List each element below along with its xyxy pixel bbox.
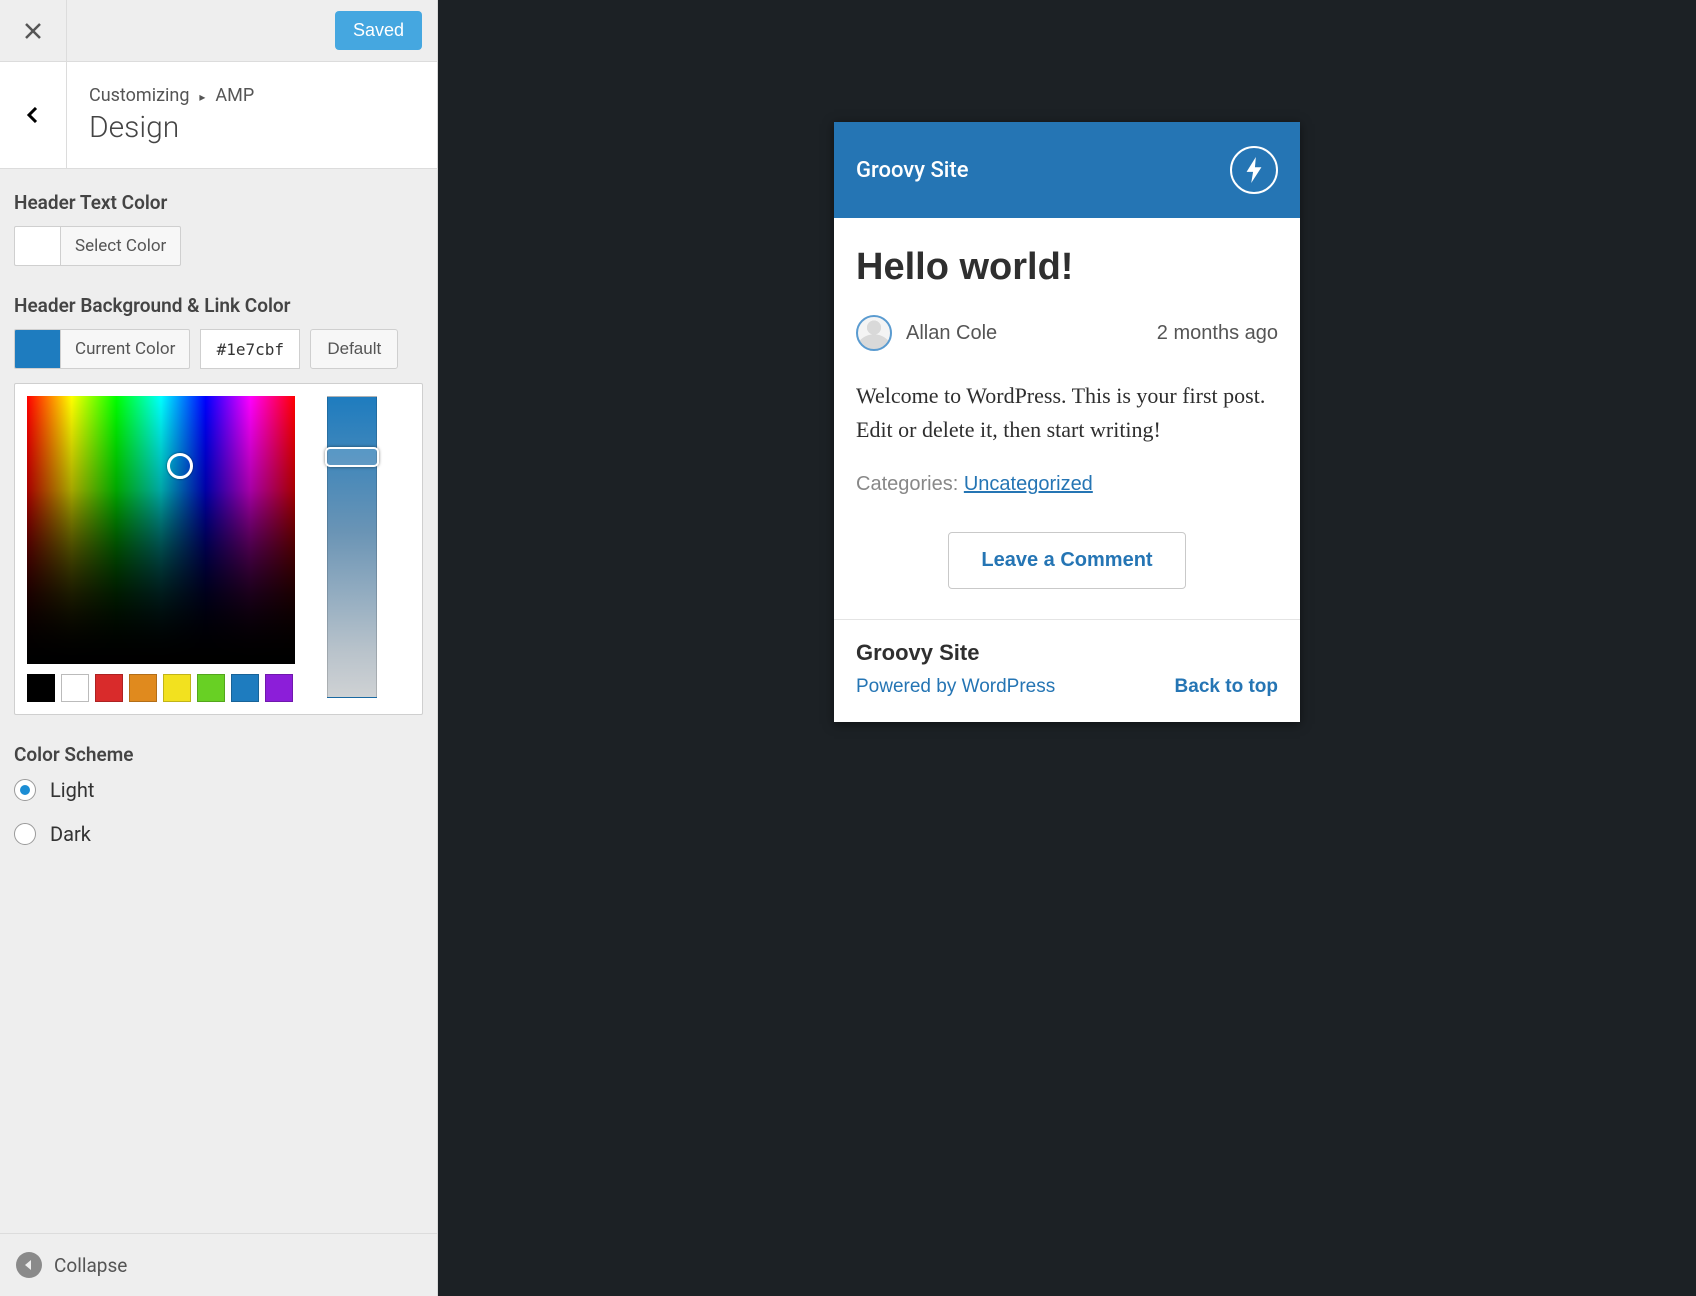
preview-footer: Groovy Site Powered by WordPress Back to… <box>834 619 1300 722</box>
preset-swatch[interactable] <box>231 674 259 702</box>
preset-swatch-row <box>27 674 295 702</box>
category-link[interactable]: Uncategorized <box>964 473 1093 495</box>
preset-swatch[interactable] <box>265 674 293 702</box>
section-title: Design <box>89 110 254 145</box>
collapse-button[interactable]: Collapse <box>0 1233 437 1296</box>
back-to-top-link[interactable]: Back to top <box>1175 676 1278 698</box>
footer-site-title: Groovy Site <box>856 640 1278 666</box>
preset-swatch[interactable] <box>27 674 55 702</box>
customizer-sidebar: Saved Customizing ▸ AMP Design Header Te… <box>0 0 438 1296</box>
section-header: Customizing ▸ AMP Design <box>0 62 437 169</box>
preset-swatch[interactable] <box>61 674 89 702</box>
scheme-option[interactable]: Light <box>14 778 423 802</box>
site-title: Groovy Site <box>856 158 968 183</box>
panel-body: Header Text Color Select Color Header Ba… <box>0 169 437 1233</box>
collapse-icon <box>16 1252 42 1278</box>
color-scheme-control: Color Scheme Light Dark <box>14 743 423 846</box>
collapse-label: Collapse <box>54 1254 127 1277</box>
leave-comment-button[interactable]: Leave a Comment <box>948 532 1185 589</box>
post-body: Welcome to WordPress. This is your first… <box>856 379 1278 447</box>
header-text-color-control: Header Text Color Select Color <box>14 191 423 266</box>
back-button[interactable] <box>0 62 67 168</box>
color-swatch[interactable] <box>14 329 60 369</box>
preset-swatch[interactable] <box>163 674 191 702</box>
scheme-option-label: Dark <box>50 822 91 846</box>
post-time: 2 months ago <box>1157 322 1278 345</box>
header-bg-color-control: Header Background & Link Color Current C… <box>14 294 423 715</box>
preview-device: Groovy Site Hello world! Allan Cole 2 mo… <box>834 122 1300 722</box>
hue-handle[interactable] <box>325 447 379 467</box>
radio-icon <box>14 823 36 845</box>
amp-bolt-icon <box>1230 146 1278 194</box>
author-name: Allan Cole <box>906 322 997 345</box>
chevron-right-icon: ▸ <box>199 90 205 104</box>
breadcrumb-root: Customizing <box>89 85 189 106</box>
control-label: Header Text Color <box>14 191 423 214</box>
scheme-option[interactable]: Dark <box>14 822 423 846</box>
color-swatch[interactable] <box>14 226 60 266</box>
preset-swatch[interactable] <box>197 674 225 702</box>
categories-label: Categories: <box>856 473 964 495</box>
scheme-option-label: Light <box>50 778 94 802</box>
select-color-button[interactable]: Select Color <box>60 226 181 266</box>
preview-stage: Groovy Site Hello world! Allan Cole 2 mo… <box>438 0 1696 1296</box>
control-label: Header Background & Link Color <box>14 294 423 317</box>
sv-handle[interactable] <box>167 453 193 479</box>
radio-icon <box>14 779 36 801</box>
customizer-topbar: Saved <box>0 0 437 62</box>
hue-slider[interactable] <box>327 396 377 698</box>
color-picker <box>14 383 423 715</box>
preset-swatch[interactable] <box>95 674 123 702</box>
preview-header: Groovy Site <box>834 122 1300 218</box>
powered-by-link[interactable]: Powered by WordPress <box>856 676 1055 698</box>
breadcrumb: Customizing ▸ AMP Design <box>67 65 276 165</box>
post-categories: Categories: Uncategorized <box>856 473 1278 496</box>
saturation-value-panel[interactable] <box>27 396 295 664</box>
avatar <box>856 315 892 351</box>
close-button[interactable] <box>0 0 67 61</box>
current-color-button[interactable]: Current Color <box>60 329 190 369</box>
preview-post: Hello world! Allan Cole 2 months ago Wel… <box>834 218 1300 619</box>
saved-button[interactable]: Saved <box>335 11 422 50</box>
default-button[interactable]: Default <box>310 329 398 369</box>
breadcrumb-parent: AMP <box>215 85 254 106</box>
hex-input[interactable] <box>200 329 300 369</box>
control-label: Color Scheme <box>14 743 423 766</box>
post-title: Hello world! <box>856 246 1278 289</box>
preset-swatch[interactable] <box>129 674 157 702</box>
